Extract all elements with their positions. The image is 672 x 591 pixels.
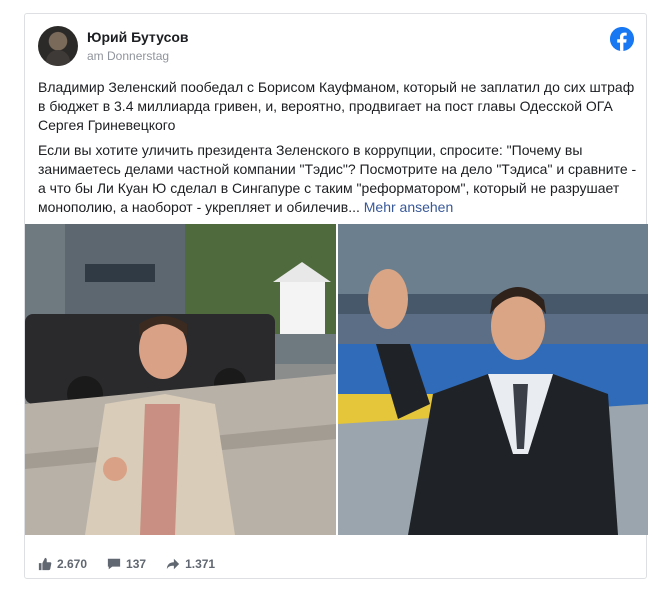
shares-stat[interactable]: 1.371 (166, 557, 215, 571)
shares-count: 1.371 (185, 557, 216, 571)
post-photo-left[interactable] (25, 224, 336, 535)
post-author[interactable]: Юрий Бутусов (87, 29, 189, 45)
post-timestamp[interactable]: am Donnerstag (87, 49, 169, 63)
post-text: Владимир Зеленский пообедал с Борисом Ка… (38, 78, 638, 223)
share-arrow-icon (166, 558, 180, 570)
post-paragraph: Владимир Зеленский пообедал с Борисом Ка… (38, 79, 635, 133)
likes-stat[interactable]: 2.670 (38, 557, 87, 571)
facebook-post-card: Юрий Бутусов am Donnerstag Владимир Зеле… (24, 13, 648, 579)
see-more-link[interactable]: Mehr ansehen (364, 199, 454, 215)
speech-bubble-icon (107, 558, 121, 570)
avatar[interactable] (38, 26, 78, 66)
facebook-icon[interactable] (610, 27, 634, 51)
likes-count: 2.670 (57, 557, 88, 571)
post-photo-right[interactable] (338, 224, 648, 535)
post-paragraph: Если вы хотите уличить президента Зеленс… (38, 141, 638, 217)
post-paragraph-text: Если вы хотите уличить президента Зеленс… (38, 142, 637, 215)
comments-stat[interactable]: 137 (107, 557, 146, 571)
thumbs-up-icon (38, 557, 52, 571)
comments-count: 137 (126, 557, 147, 571)
engagement-stats: 2.670 137 1.371 (38, 557, 628, 571)
